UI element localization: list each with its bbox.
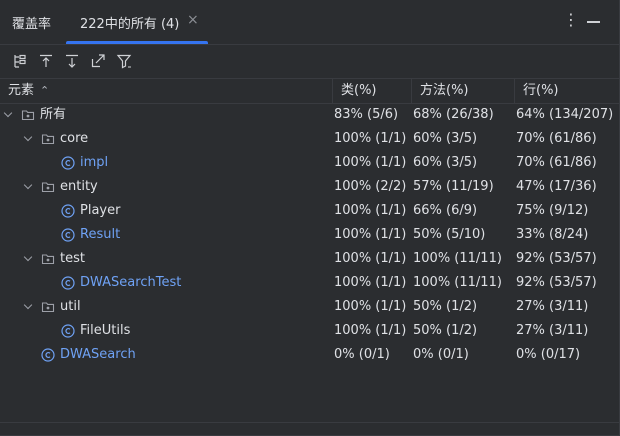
autoscroll-icon[interactable] — [87, 50, 109, 72]
method-coverage: 66% (6/9) — [413, 203, 478, 218]
class-coverage: 100% (2/2) — [334, 179, 407, 194]
table-row[interactable]: DWASearchTest 100% (1/1) 100% (11/11) 92% (… — [0, 271, 619, 295]
line-coverage: 70% (61/86) — [516, 131, 597, 146]
flatten-packages-icon[interactable] — [9, 50, 31, 72]
class-coverage: 100% (1/1) — [334, 203, 407, 218]
close-icon[interactable]: × — [187, 12, 199, 28]
tree-node-name: entity — [60, 179, 98, 194]
method-coverage: 50% (1/2) — [413, 299, 478, 314]
tree-node-name: Result — [80, 227, 121, 242]
tree-node-name: test — [60, 251, 85, 266]
minimize-icon[interactable] — [586, 13, 602, 29]
class-coverage: 100% (1/1) — [334, 275, 407, 290]
tree-node-name: DWASearchTest — [80, 275, 182, 290]
import-icon[interactable] — [35, 50, 57, 72]
line-coverage: 64% (134/207) — [516, 107, 614, 122]
line-coverage: 47% (17/36) — [516, 179, 597, 194]
method-coverage: 68% (26/38) — [413, 107, 494, 122]
class-icon — [61, 228, 75, 242]
class-coverage: 100% (1/1) — [334, 251, 407, 266]
column-header-class[interactable]: 类(%) — [332, 79, 411, 103]
package-icon — [41, 252, 55, 266]
class-coverage: 100% (1/1) — [334, 299, 407, 314]
tree-node-name: impl — [80, 155, 109, 170]
class-icon — [61, 324, 75, 338]
table-row[interactable]: core 100% (1/1) 60% (3/5) 70% (61/86) — [0, 127, 619, 151]
line-coverage: 75% (9/12) — [516, 203, 589, 218]
class-coverage: 100% (1/1) — [334, 155, 407, 170]
tree-node-name: 所有 — [40, 107, 67, 122]
class-coverage: 83% (5/6) — [334, 107, 399, 122]
line-coverage: 0% (0/17) — [516, 347, 581, 362]
more-options-icon[interactable]: ⋮ — [563, 10, 579, 32]
filter-icon[interactable] — [113, 50, 135, 72]
class-icon — [61, 156, 75, 170]
method-coverage: 0% (0/1) — [413, 347, 469, 362]
package-icon — [41, 300, 55, 314]
tab-label: 222中的所有 (4) — [80, 17, 180, 32]
line-coverage: 92% (53/57) — [516, 251, 597, 266]
package-icon — [41, 132, 55, 146]
column-header-line[interactable]: 行(%) — [514, 79, 619, 103]
tree-node-name: util — [60, 299, 81, 314]
tree-node-name: FileUtils — [80, 323, 131, 338]
table-row[interactable]: Player 100% (1/1) 66% (6/9) 75% (9/12) — [0, 199, 619, 223]
method-coverage: 50% (1/2) — [413, 323, 478, 338]
horizontal-scrollbar[interactable] — [0, 422, 619, 436]
table-row[interactable]: util 100% (1/1) 50% (1/2) 27% (3/11) — [0, 295, 619, 319]
tool-window-title: 覆盖率 — [12, 17, 52, 32]
chevron-down-icon[interactable] — [23, 253, 35, 265]
package-icon — [21, 108, 35, 122]
chevron-down-icon[interactable] — [23, 301, 35, 313]
table-row[interactable]: Result 100% (1/1) 50% (5/10) 33% (8/24) — [0, 223, 619, 247]
chevron-down-icon[interactable] — [3, 109, 15, 121]
table-row[interactable]: impl 100% (1/1) 60% (3/5) 70% (61/86) — [0, 151, 619, 175]
class-coverage: 100% (1/1) — [334, 227, 407, 242]
tab-coverage-suite[interactable]: 222中的所有 (4) × — [66, 0, 208, 44]
line-coverage: 27% (3/11) — [516, 323, 589, 338]
class-coverage: 100% (1/1) — [334, 323, 407, 338]
method-coverage: 50% (5/10) — [413, 227, 486, 242]
tool-window-header: 覆盖率 222中的所有 (4) × ⋮ — [0, 0, 619, 45]
tree-node-name: core — [60, 131, 89, 146]
method-coverage: 57% (11/19) — [413, 179, 494, 194]
table-row[interactable]: DWASearch 0% (0/1) 0% (0/1) 0% (0/17) — [0, 343, 619, 367]
method-coverage: 100% (11/11) — [413, 275, 502, 290]
column-header-element[interactable]: 元素 ⌃ — [0, 79, 332, 103]
class-coverage: 0% (0/1) — [334, 347, 390, 362]
table-row[interactable]: 所有 83% (5/6) 68% (26/38) 64% (134/207) — [0, 103, 619, 127]
table-header: 元素 ⌃ 类(%) 方法(%) 行(%) — [0, 78, 619, 104]
line-coverage: 27% (3/11) — [516, 299, 589, 314]
class-icon — [61, 204, 75, 218]
table-row[interactable]: entity 100% (2/2) 57% (11/19) 47% (17/36) — [0, 175, 619, 199]
tree-node-name: Player — [80, 203, 121, 218]
line-coverage: 92% (53/57) — [516, 275, 597, 290]
table-row[interactable]: FileUtils 100% (1/1) 50% (1/2) 27% (3/11) — [0, 319, 619, 343]
method-coverage: 100% (11/11) — [413, 251, 502, 266]
class-icon — [61, 276, 75, 290]
export-icon[interactable] — [61, 50, 83, 72]
column-header-element-label: 元素 — [8, 83, 35, 98]
method-coverage: 60% (3/5) — [413, 131, 478, 146]
chevron-down-icon[interactable] — [23, 181, 35, 193]
class-icon — [41, 348, 55, 362]
method-coverage: 60% (3/5) — [413, 155, 478, 170]
coverage-toolbar — [0, 44, 619, 78]
line-coverage: 70% (61/86) — [516, 155, 597, 170]
chevron-down-icon[interactable] — [23, 133, 35, 145]
sort-ascending-icon: ⌃ — [40, 84, 50, 97]
line-coverage: 33% (8/24) — [516, 227, 589, 242]
class-coverage: 100% (1/1) — [334, 131, 407, 146]
package-icon — [41, 180, 55, 194]
table-row[interactable]: test 100% (1/1) 100% (11/11) 92% (53/57) — [0, 247, 619, 271]
tree-node-name: DWASearch — [60, 347, 136, 362]
column-header-method[interactable]: 方法(%) — [411, 79, 514, 103]
